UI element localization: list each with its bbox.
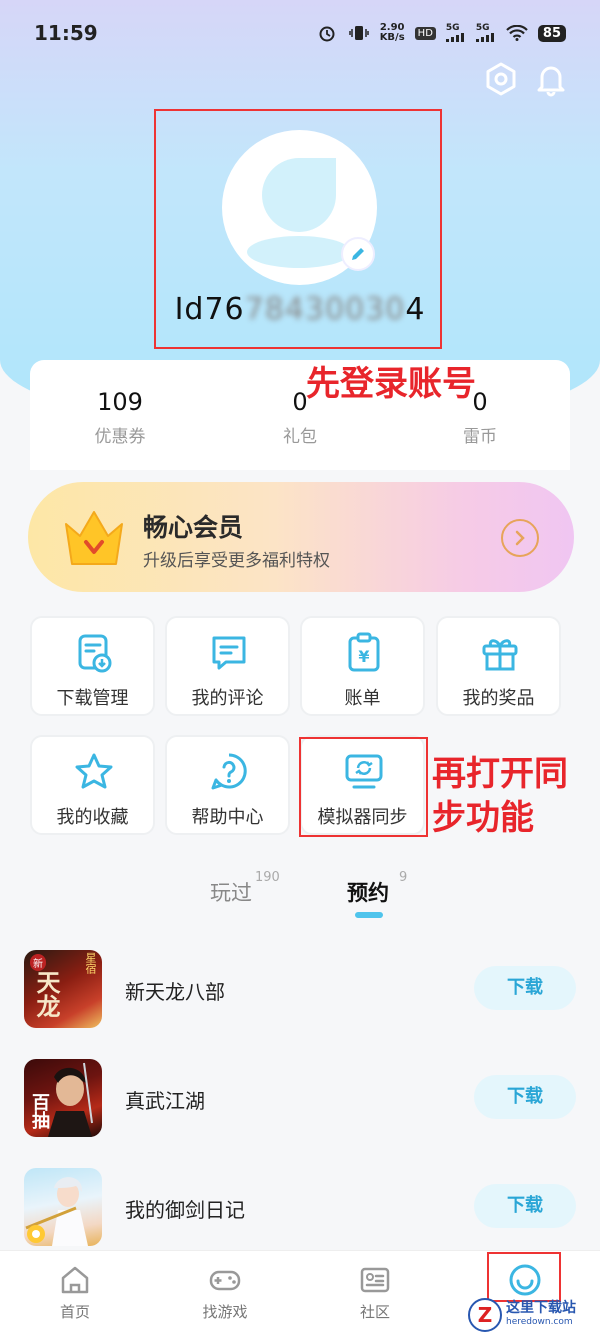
game-name: 我的御剑日记 [125, 1198, 245, 1222]
settings-icon[interactable] [482, 60, 520, 98]
net-speed: 2.90 KB/s [379, 22, 405, 43]
vibrate-icon [348, 25, 370, 41]
annotation-login-note: 先登录账号 [306, 364, 476, 404]
game-name: 新天龙八部 [125, 980, 225, 1004]
crown-icon [65, 511, 123, 565]
stats-card: 109 优惠券 0 礼包 0 雷币 [30, 360, 570, 470]
list-item[interactable]: 新 星宿 天龙 新天龙八部 下载 [0, 950, 600, 1040]
list-item[interactable]: 百抽 真武江湖 下载 [0, 1059, 600, 1149]
tab-reserved[interactable]: 预约 [347, 877, 389, 907]
annotation-box-profile-tab [487, 1252, 561, 1302]
annotation-sync-note: 再打开同 步功能 [432, 754, 568, 838]
stat-coupons[interactable]: 109 优惠券 [40, 388, 200, 447]
chevron-right-icon[interactable] [501, 519, 539, 557]
list-item[interactable]: 我的御剑日记 下载 [0, 1168, 600, 1258]
download-button[interactable]: 下载 [474, 1184, 576, 1228]
gift-icon [482, 639, 518, 671]
annotation-box-profile [154, 109, 442, 349]
signal-icon-1: 5G [445, 24, 466, 42]
hd-badge: HD [414, 26, 436, 40]
status-time: 11:59 [34, 21, 98, 45]
tile-bill[interactable]: ¥ 账单 [300, 616, 425, 716]
bill-icon: ¥ [348, 632, 380, 672]
game-icon [24, 1168, 102, 1246]
bell-icon[interactable] [532, 60, 570, 98]
tile-download-manage[interactable]: 下载管理 [30, 616, 155, 716]
gamepad-icon [209, 1270, 241, 1291]
nav-home[interactable]: 首页 [25, 1263, 125, 1322]
tab-played-count: 190 [255, 870, 280, 885]
nav-community[interactable]: 社区 [325, 1263, 425, 1322]
nav-find-games[interactable]: 找游戏 [175, 1263, 275, 1322]
comment-icon [212, 636, 246, 670]
game-icon: 百抽 [24, 1059, 102, 1137]
game-icon: 新 星宿 天龙 [24, 950, 102, 1028]
download-button[interactable]: 下载 [474, 966, 576, 1010]
tab-indicator [355, 912, 383, 918]
community-icon [360, 1267, 390, 1293]
vip-title: 畅心会员 [143, 513, 244, 542]
tile-my-prizes[interactable]: 我的奖品 [436, 616, 561, 716]
tab-reserved-count: 9 [399, 870, 408, 885]
tile-my-comments[interactable]: 我的评论 [165, 616, 290, 716]
watermark: Z 这里下载站 heredown.com [468, 1296, 600, 1333]
svg-text:¥: ¥ [358, 647, 369, 666]
help-icon [211, 753, 247, 790]
signal-icon-2: 5G [475, 24, 496, 42]
vip-banner[interactable]: 畅心会员 升级后享受更多福利特权 [28, 482, 574, 592]
tile-help-center[interactable]: 帮助中心 [165, 735, 290, 835]
home-icon [61, 1266, 89, 1294]
annotation-box-emulator-sync [299, 737, 428, 837]
vip-subtitle: 升级后享受更多福利特权 [143, 551, 330, 571]
alarm-icon [316, 25, 338, 42]
status-bar: 11:59 2.90 KB/s HD 5G 5G 85 [0, 0, 600, 66]
tab-played[interactable]: 玩过 [210, 877, 252, 907]
tile-my-favorites[interactable]: 我的收藏 [30, 735, 155, 835]
star-icon [75, 753, 113, 789]
battery-indicator: 85 [537, 24, 566, 42]
download-button[interactable]: 下载 [474, 1075, 576, 1119]
watermark-logo: Z [468, 1297, 502, 1332]
download-manage-icon [78, 634, 112, 673]
game-name: 真武江湖 [125, 1089, 205, 1113]
wifi-icon [506, 25, 528, 41]
